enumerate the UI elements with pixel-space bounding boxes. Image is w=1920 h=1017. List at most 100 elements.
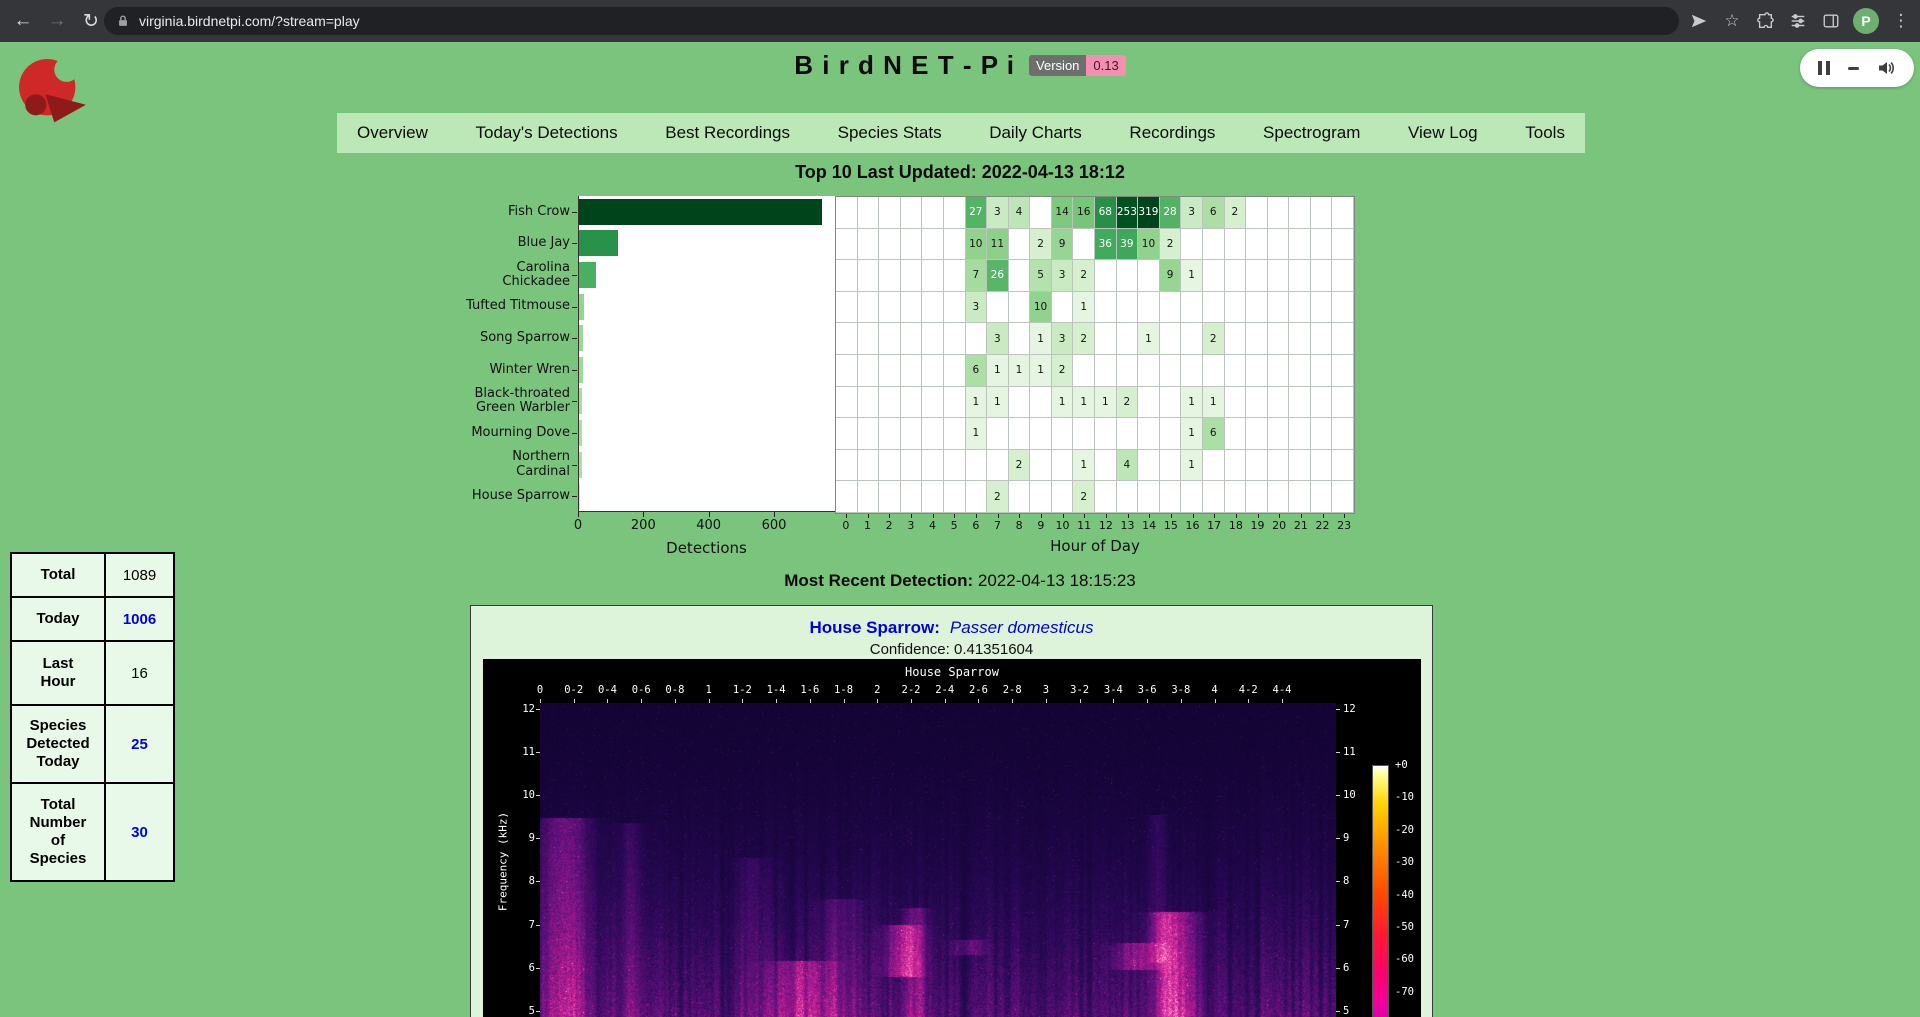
- stats-value-link[interactable]: 1006: [105, 597, 174, 641]
- heatmap-cell: [1160, 292, 1182, 324]
- spec-freq-label-left: 6: [505, 962, 535, 974]
- stats-value-link[interactable]: 30: [105, 783, 174, 881]
- heatmap-cell: [858, 292, 880, 324]
- heatmap-cell: 1: [1181, 260, 1203, 292]
- nav-item-view-log[interactable]: View Log: [1408, 123, 1478, 143]
- species-label-tufted-titmouse: Tufted Titmouse: [420, 291, 570, 323]
- menu-kebab-icon[interactable]: ⋮: [1890, 10, 1912, 32]
- spec-freq-label-left: 8: [505, 875, 535, 887]
- nav-item-recordings[interactable]: Recordings: [1129, 123, 1215, 143]
- spec-freq-tick: [536, 881, 540, 882]
- bar-axis-tick: [774, 512, 775, 517]
- species-bar-carolina-chickadee: [579, 262, 596, 288]
- spec-time-tick: [1147, 699, 1148, 703]
- hour-axis-tick: [1344, 514, 1345, 518]
- stats-value-link[interactable]: 25: [105, 705, 174, 783]
- stats-row-last-hour: Last Hour16: [11, 641, 174, 705]
- spec-time-label: 0-8: [658, 684, 692, 696]
- heatmap-cell: [879, 323, 901, 355]
- nav-item-species-stats[interactable]: Species Stats: [838, 123, 942, 143]
- heatmap-cell: [1225, 292, 1247, 324]
- heatmap-cell: [1009, 260, 1031, 292]
- toolbar-right: ☆ P ⋮: [1688, 0, 1912, 42]
- heatmap-cell: [922, 450, 944, 482]
- nav-item-tools[interactable]: Tools: [1525, 123, 1565, 143]
- spec-freq-label-left: 9: [505, 832, 535, 844]
- detection-card: House Sparrow:Passer domesticus Confiden…: [470, 605, 1433, 1017]
- heatmap-cell: [922, 229, 944, 261]
- spec-freq-tick: [536, 925, 540, 926]
- heatmap-cell: 14: [1052, 197, 1074, 229]
- heatmap-cell: [944, 229, 966, 261]
- hour-label: 12: [1095, 519, 1117, 532]
- speaker-icon[interactable]: [1876, 58, 1896, 78]
- heatmap-cell: [1332, 260, 1354, 292]
- heatmap-cell: [987, 450, 1009, 482]
- nav-item-today-s-detections[interactable]: Today's Detections: [475, 123, 617, 143]
- heatmap-cell: 1: [1009, 355, 1031, 387]
- heatmap-cell: [1181, 323, 1203, 355]
- bookmark-star-icon[interactable]: ☆: [1721, 10, 1743, 32]
- heatmap-cell: [1073, 229, 1095, 261]
- heatmap-cell: [879, 292, 901, 324]
- heatmap-cell: [1311, 355, 1333, 387]
- heatmap-cell: [1246, 481, 1268, 513]
- hour-axis-tick: [1279, 514, 1280, 518]
- heatmap-cell: [1138, 450, 1160, 482]
- heatmap-cell: 26: [987, 260, 1009, 292]
- spec-freq-label-left: 11: [505, 746, 535, 758]
- heatmap-cell: [1052, 450, 1074, 482]
- heatmap-cell: [1332, 481, 1354, 513]
- audio-player[interactable]: [1800, 49, 1914, 87]
- lock-icon: [116, 14, 130, 28]
- heatmap-cell: [836, 260, 858, 292]
- heatmap-cell: [944, 387, 966, 419]
- heatmap-cell: [879, 481, 901, 513]
- hour-axis-tick: [1323, 514, 1324, 518]
- species-axis-tick: [572, 370, 577, 371]
- heatmap-cell: 3: [987, 197, 1009, 229]
- species-bar-mourning-dove: [579, 420, 582, 446]
- share-icon[interactable]: [1688, 10, 1710, 32]
- extensions-puzzle-icon[interactable]: [1754, 10, 1776, 32]
- heatmap-cell: 2: [1073, 323, 1095, 355]
- heatmap-cell: 5: [1030, 260, 1052, 292]
- heatmap-xaxis-title: Hour of Day: [835, 537, 1355, 555]
- spectrogram-canvas: [540, 703, 1336, 1017]
- stats-label: Total: [11, 553, 105, 597]
- address-bar[interactable]: virginia.birdnetpi.com/?stream=play: [104, 7, 1679, 35]
- heatmap-cell: [901, 355, 923, 387]
- detection-scientific-name[interactable]: Passer domesticus: [950, 618, 1094, 637]
- spec-time-label: 0-6: [624, 684, 658, 696]
- heatmap-cell: 1: [1203, 387, 1225, 419]
- spec-time-label: 1-2: [725, 684, 759, 696]
- pause-icon[interactable]: [1818, 61, 1830, 75]
- nav-item-spectrogram[interactable]: Spectrogram: [1263, 123, 1360, 143]
- heatmap-cell: [1030, 197, 1052, 229]
- spec-time-label: 3: [1029, 684, 1063, 696]
- heatmap-cell: [1332, 197, 1354, 229]
- heatmap-cell: [966, 323, 988, 355]
- heatmap-cell: [1009, 387, 1031, 419]
- heatmap-cell: [1289, 481, 1311, 513]
- bar-xaxis-title: Detections: [578, 539, 835, 557]
- hour-axis-tick: [1063, 514, 1064, 518]
- heatmap-cell: [901, 450, 923, 482]
- heatmap-cell: [1181, 229, 1203, 261]
- heatmap-cell: [1095, 260, 1117, 292]
- forward-icon[interactable]: →: [42, 6, 72, 36]
- stats-value: 1089: [105, 553, 174, 597]
- profile-avatar[interactable]: P: [1853, 8, 1879, 34]
- detection-common-name[interactable]: House Sparrow:: [810, 618, 940, 637]
- bar-tick-label: 400: [689, 518, 729, 533]
- back-icon[interactable]: ←: [8, 6, 38, 36]
- media-controls-icon[interactable]: [1787, 10, 1809, 32]
- heatmap-cell: [836, 229, 858, 261]
- side-panel-icon[interactable]: [1820, 10, 1842, 32]
- nav-item-overview[interactable]: Overview: [357, 123, 428, 143]
- heatmap-cell: [1225, 260, 1247, 292]
- reload-icon[interactable]: ↻: [76, 6, 106, 36]
- spec-time-label: 3-4: [1096, 684, 1130, 696]
- nav-item-daily-charts[interactable]: Daily Charts: [989, 123, 1082, 143]
- nav-item-best-recordings[interactable]: Best Recordings: [665, 123, 790, 143]
